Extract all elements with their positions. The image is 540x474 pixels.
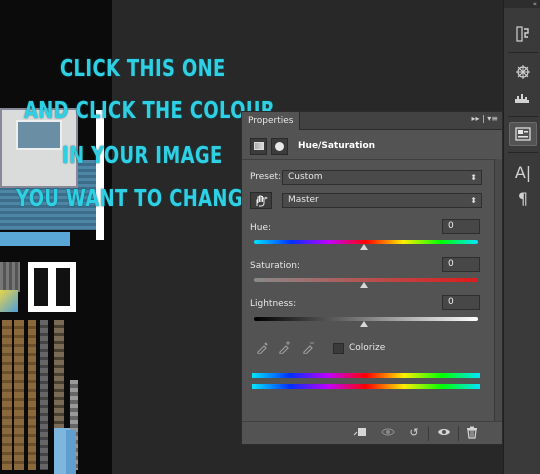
channel-select[interactable]: Master ⬍ [282, 193, 482, 208]
panel-header: Properties ▸▸ | ▾≡ [242, 112, 502, 130]
footer-divider [458, 426, 459, 441]
metal-plank-texture [40, 320, 48, 470]
tab-properties[interactable]: Properties [242, 112, 301, 130]
blue-band-texture [0, 232, 70, 246]
instruction-line-3: IN YOUR IMAGE [62, 143, 223, 169]
navigator-icon[interactable] [509, 60, 537, 84]
hue-value-field[interactable]: 0 [442, 219, 480, 234]
strip-divider [508, 52, 538, 53]
histogram-icon[interactable] [509, 86, 537, 110]
wood-plank-texture [14, 320, 24, 470]
eyedropper-icon[interactable] [256, 340, 270, 357]
visibility-eye-icon[interactable] [436, 426, 452, 440]
panel-dock-strip: « A| ¶ [503, 0, 540, 474]
wood-plank-texture [28, 320, 36, 470]
lightness-value-field[interactable]: 0 [442, 295, 480, 310]
mask-icon[interactable] [271, 137, 288, 155]
targeted-adjustment-hand-icon[interactable] [250, 192, 272, 209]
input-spectrum-bar [252, 373, 480, 378]
saturation-label: Saturation: [250, 261, 300, 271]
adjustment-title: Hue/Saturation [298, 141, 376, 151]
panel-scrollbar[interactable] [494, 159, 502, 421]
properties-panel: Properties ▸▸ | ▾≡ Hue/Saturation Preset… [241, 111, 503, 445]
lightness-slider-thumb[interactable] [360, 321, 368, 327]
panel-footer: ↺ [242, 421, 502, 444]
instruction-line-1: CLICK THIS ONE [60, 56, 226, 82]
strip-divider [508, 116, 538, 117]
adjustment-title-row: Hue/Saturation [250, 135, 375, 157]
paragraph-icon[interactable]: ¶ [509, 186, 537, 210]
preset-label: Preset: [250, 172, 282, 182]
adjustment-layer-icon[interactable] [250, 137, 267, 155]
colorize-label: Colorize [349, 343, 386, 353]
saturation-value-field[interactable]: 0 [442, 257, 480, 272]
output-spectrum-bar [252, 384, 480, 389]
instruction-line-2: AND CLICK THE COLOUR [24, 98, 276, 124]
saturation-slider-thumb[interactable] [360, 282, 368, 288]
white-trim-texture [96, 110, 104, 240]
grey-pillar-texture [0, 262, 20, 292]
strip-divider [508, 152, 538, 153]
hue-label: Hue: [250, 223, 272, 233]
wood-plank-texture [2, 320, 12, 470]
divider [242, 159, 502, 160]
preset-select[interactable]: Custom ⬍ [282, 170, 482, 185]
reset-icon[interactable]: ↺ [406, 426, 422, 440]
hue-slider-thumb[interactable] [360, 244, 368, 250]
small-window-texture [0, 290, 18, 312]
clip-to-layer-icon[interactable] [352, 426, 368, 440]
blue-post-texture [66, 430, 76, 474]
history-icon[interactable] [509, 22, 537, 46]
properties-icon[interactable] [509, 122, 537, 146]
panel-menu-icon[interactable]: ▸▸ | ▾≡ [471, 114, 498, 123]
trash-icon[interactable] [464, 426, 480, 440]
select-arrows-icon: ⬍ [470, 196, 477, 205]
footer-divider [428, 426, 429, 441]
character-icon[interactable]: A| [509, 160, 537, 184]
eyedropper-add-icon[interactable] [278, 340, 292, 357]
window-frame-texture [28, 262, 76, 312]
collapse-dock-button[interactable]: « [504, 0, 540, 8]
channel-value: Master [288, 195, 319, 205]
colorize-checkbox[interactable] [333, 343, 344, 354]
preset-value: Custom [288, 172, 323, 182]
select-arrows-icon: ⬍ [470, 173, 477, 182]
lightness-label: Lightness: [250, 299, 297, 309]
eyedropper-subtract-icon[interactable] [302, 340, 316, 357]
view-previous-state-icon[interactable] [380, 426, 396, 440]
